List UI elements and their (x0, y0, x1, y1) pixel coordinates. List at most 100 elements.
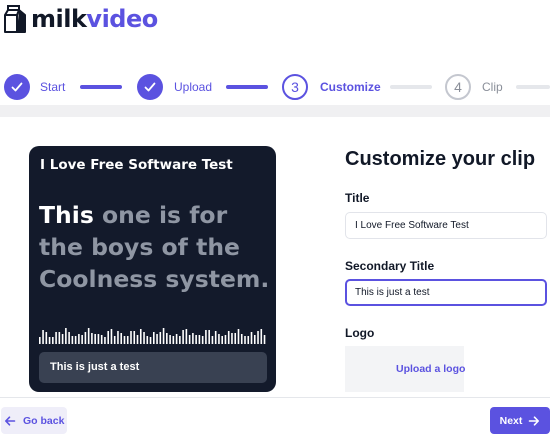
waveform-bar (185, 329, 188, 344)
waveform-bar (143, 332, 145, 344)
waveform-bar (162, 328, 165, 344)
waveform-bar (104, 337, 106, 344)
waveform-bar (55, 332, 57, 344)
title-label: Title (345, 191, 370, 205)
audio-waveform (39, 328, 266, 344)
step-start-circle (4, 74, 30, 100)
waveform-bar (240, 334, 243, 344)
check-icon (144, 82, 156, 92)
clip-preview: I Love Free Software Test This one is fo… (29, 146, 276, 392)
waveform-bar (234, 333, 237, 344)
waveform-bar (153, 332, 155, 344)
preview-caption: This one is for the boys of the Coolness… (39, 199, 274, 295)
waveform-bar (231, 333, 233, 344)
waveform-bar (198, 335, 201, 344)
step-clip-label: Clip (482, 80, 503, 94)
secondary-title-input[interactable] (345, 279, 547, 306)
waveform-bar (117, 331, 119, 344)
step-start-label: Start (40, 80, 66, 94)
waveform-bar (91, 333, 93, 344)
go-back-button[interactable]: Go back (1, 407, 67, 434)
waveform-bar (218, 334, 220, 344)
waveform-bar (133, 331, 136, 344)
waveform-bar (65, 328, 67, 344)
waveform-bar (195, 335, 197, 344)
waveform-bar (39, 337, 41, 344)
upload-logo-link[interactable]: Upload a logo (396, 363, 465, 375)
waveform-bar (260, 329, 263, 344)
waveform-bar (227, 331, 230, 344)
waveform-bar (156, 334, 158, 344)
waveform-bar (139, 329, 142, 344)
app-logo[interactable]: milkvideo (4, 4, 158, 34)
waveform-bar (113, 336, 116, 344)
next-label: Next (499, 414, 523, 427)
step-upload-label: Upload (174, 80, 213, 94)
logo-label: Logo (345, 326, 375, 340)
waveform-bar (68, 332, 70, 344)
waveform-bar (166, 333, 168, 344)
step-connector (516, 85, 550, 89)
waveform-bar (208, 330, 210, 344)
waveform-bar (74, 336, 77, 344)
progress-stepper: Start Upload 3 Customize 4 Clip (0, 72, 550, 102)
footer-divider (0, 397, 550, 398)
step-connector (80, 85, 122, 89)
waveform-bar (247, 336, 250, 344)
waveform-bar (205, 330, 207, 344)
waveform-bar (87, 328, 90, 344)
waveform-bar (42, 330, 44, 344)
preview-title: I Love Free Software Test (40, 157, 233, 173)
form-heading: Customize your clip (345, 148, 536, 170)
waveform-bar (201, 336, 204, 344)
waveform-bar (78, 334, 80, 344)
waveform-bar (182, 330, 184, 344)
step-customize-label: Customize (320, 80, 381, 94)
waveform-bar (188, 335, 191, 344)
waveform-bar (126, 336, 129, 344)
brand-name: milkvideo (31, 5, 158, 33)
waveform-bar (94, 334, 96, 344)
waveform-bar (253, 335, 256, 344)
waveform-bar (81, 335, 83, 344)
milk-carton-icon (4, 5, 26, 33)
waveform-bar (52, 337, 54, 344)
waveform-bar (146, 336, 149, 344)
waveform-bar (169, 335, 171, 344)
step-connector (390, 85, 432, 89)
step-connector (226, 85, 268, 89)
waveform-bar (123, 336, 126, 344)
waveform-bar (149, 337, 152, 344)
waveform-bar (61, 334, 64, 344)
step-clip-circle: 4 (445, 74, 471, 100)
waveform-bar (211, 336, 214, 344)
waveform-bar (97, 334, 100, 344)
waveform-bar (130, 331, 132, 344)
step-customize-circle: 3 (282, 74, 308, 100)
check-icon (11, 82, 23, 92)
divider-band (0, 105, 550, 117)
waveform-bar (237, 329, 240, 344)
waveform-bar (58, 332, 61, 344)
arrow-left-icon (5, 415, 16, 426)
waveform-bar (244, 336, 246, 344)
secondary-title-label: Secondary Title (345, 259, 435, 273)
waveform-bar (221, 336, 223, 344)
waveform-bar (120, 333, 123, 344)
waveform-bar (71, 336, 74, 344)
waveform-bar (224, 335, 227, 344)
waveform-bar (159, 332, 162, 344)
step-upload-circle (137, 74, 163, 100)
waveform-bar (214, 331, 217, 344)
waveform-bar (110, 329, 113, 344)
arrow-right-icon (529, 415, 540, 426)
waveform-bar (172, 336, 175, 344)
go-back-label: Go back (23, 414, 65, 427)
next-button[interactable]: Next (490, 407, 550, 434)
waveform-bar (175, 334, 178, 344)
waveform-bar (107, 331, 109, 344)
waveform-bar (257, 331, 259, 344)
waveform-bar (179, 336, 181, 344)
title-input[interactable] (345, 212, 547, 239)
waveform-bar (100, 335, 103, 344)
